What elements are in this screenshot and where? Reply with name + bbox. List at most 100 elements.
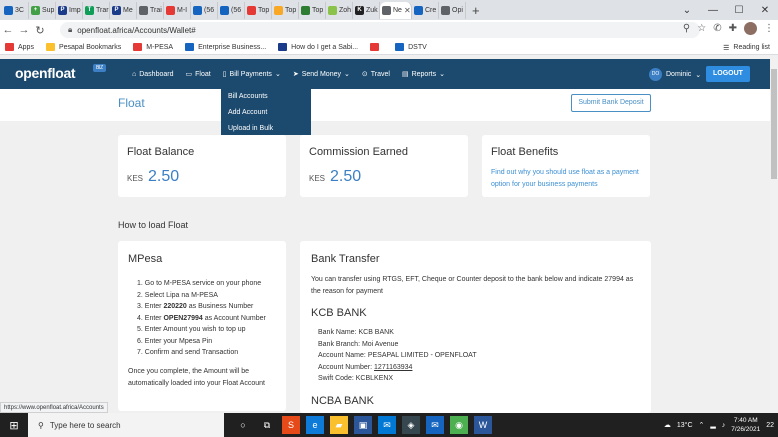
nav-label: Reports [411,70,437,78]
weather-temp[interactable]: 13°C [677,422,693,429]
nav-icon: ⌂ [132,70,137,78]
browser-tab[interactable]: T Trar [83,1,110,19]
browser-tab[interactable]: Opi [439,1,466,19]
tab-search-icon[interactable]: ⌄ [674,5,700,16]
browser-tab[interactable]: Top [245,1,272,19]
bank-detail-value: KCB BANK [358,329,394,336]
zoom-icon[interactable]: ⚲ [683,23,690,34]
star-icon[interactable]: ☆ [697,23,706,34]
browser-tab[interactable]: Zoh [326,1,353,19]
user-menu[interactable]: DO Dominic ⌄ [649,68,701,81]
browser-tab[interactable]: Cre [412,1,439,19]
new-tab-button[interactable]: + [472,3,486,18]
app-s-icon[interactable]: S [282,416,300,434]
browser-tab[interactable]: 3C [2,1,29,19]
browser-tab[interactable]: K Zuk [353,1,380,19]
forward-icon[interactable]: → [16,24,32,36]
logout-button[interactable]: LOGOUT [706,66,750,82]
reload-icon[interactable]: ↻ [32,24,48,37]
network-icon[interactable]: ▂ [710,421,715,429]
tab-label: Opi [452,6,463,14]
tab-favicon-icon [441,5,450,15]
browser-tab[interactable]: Ne ✕ [380,1,412,19]
benefits-link[interactable]: Find out why you should use float as a p… [491,167,641,191]
clock-date: 7/26/2021 [731,426,761,433]
weather-icon[interactable]: ☁ [664,421,671,429]
start-button[interactable]: ⊞ [0,419,28,432]
tab-favicon-icon [274,5,283,15]
nav-item-float[interactable]: ▭ Float [185,70,210,79]
browser-tab[interactable]: P Me [110,1,137,19]
dropdown-item[interactable]: Bill Accounts [221,89,311,105]
step-text: 4. Enter [137,314,164,322]
user-name: Dominic [666,71,692,78]
mail-icon[interactable]: ✉ [378,416,396,434]
system-tray: ☁ 13°C ⌃ ▂ ♪ 7:40 AM 7/26/2021 22 [664,413,774,437]
bookmark-item[interactable]: Apps [5,43,34,51]
submit-bank-deposit-button[interactable]: Submit Bank Deposit [571,94,651,112]
openfloat-logo[interactable]: openfloat BIZ [15,64,106,81]
dropdown-item[interactable]: Upload in Bulk [221,121,311,137]
browser-tab[interactable]: M-I [164,1,191,19]
file-explorer-icon[interactable]: ▰ [330,416,348,434]
bookmark-item[interactable]: M-PESA [133,43,173,51]
bookmark-item[interactable]: Pesapal Bookmarks [45,43,121,51]
step-text: 3. Enter [137,303,164,310]
store-icon[interactable]: ▣ [354,416,372,434]
reading-list[interactable]: ☰ Reading list [723,40,770,55]
nav-label: Dashboard [139,70,174,78]
nav-item-reports[interactable]: ▤ Reports ⌄ [402,70,445,79]
bookmark-item[interactable] [370,43,383,51]
browser-tab[interactable]: + Sup [29,1,56,19]
minimize-button[interactable]: — [700,5,726,16]
task-view-icon[interactable]: ⧉ [258,416,276,434]
mail2-icon[interactable]: ✉ [426,416,444,434]
tab-label: Zoh [339,6,352,14]
browser-tab[interactable]: Top [299,1,326,19]
taskbar-apps: ○ ⧉ Se ▰ ▣ ✉ ◈ ✉ ◉ W [234,416,492,434]
tray-chevron-icon[interactable]: ⌃ [699,421,705,429]
step-code: OPEN27994 [163,314,203,322]
commission-amount: KES 2.50 [309,168,459,186]
bank-detail-label: Bank Branch: [318,340,362,348]
browser-tab[interactable]: P Imp [56,1,83,19]
nav-item-dashboard[interactable]: ⌂ Dashboard [132,71,173,78]
close-tab-icon[interactable]: ✕ [404,6,411,15]
bookmark-item[interactable]: Enterprise Business... [185,43,266,51]
dropdown-item[interactable]: Add Account [221,105,311,121]
bookmark-label: How do I get a Sabi... [291,43,359,51]
back-icon[interactable]: ← [0,24,16,36]
mpesa-step: 2. Select Lipa na M-PESA [137,290,276,302]
browser-tab[interactable]: Trai [137,1,164,19]
phone-icon[interactable]: ✆ [713,23,721,34]
bookmark-item[interactable]: DSTV [395,43,427,51]
nav-item-bill-payments[interactable]: ▯ Bill Payments ⌄ [223,70,281,79]
nav-item-send-money[interactable]: ➤ Send Money ⌄ [293,70,350,79]
app-dark-icon[interactable]: ◈ [402,416,420,434]
tab-label: Ne [393,6,402,14]
taskbar-search[interactable]: ⚲ Type here to search [28,413,224,437]
chrome-icon[interactable]: ◉ [450,416,468,434]
cortana-icon[interactable]: ○ [234,416,252,434]
edge-icon[interactable]: e [306,416,324,434]
clock[interactable]: 7:40 AM 7/26/2021 [731,416,760,434]
word-icon[interactable]: W [474,416,492,434]
scrollbar-thumb[interactable] [771,69,777,179]
extensions-icon[interactable]: ✚ [729,23,737,34]
browser-tab[interactable]: (56 [191,1,218,19]
page-scrollbar[interactable] [770,59,778,410]
browser-tab[interactable]: Top [272,1,299,19]
profile-avatar[interactable] [744,22,757,35]
bookmark-item[interactable]: How do I get a Sabi... [278,43,358,51]
step-text: 2. Select Lipa na M-PESA [137,291,218,299]
notification-icon[interactable]: 22 [766,422,774,429]
volume-icon[interactable]: ♪ [722,422,726,429]
browser-tab[interactable]: (56 [218,1,245,19]
close-window-button[interactable]: ✕ [752,5,778,16]
maximize-button[interactable]: ☐ [726,5,752,16]
step-text: 5. Enter Amount you wish to top up [137,326,246,333]
url-field[interactable]: 🔒︎ openfloat.africa/Accounts/Wallet# [60,22,700,38]
more-menu-icon[interactable]: ⋮ [764,23,774,34]
benefits-title: Float Benefits [491,146,559,158]
nav-item-travel[interactable]: ⊙ Travel [362,70,390,79]
